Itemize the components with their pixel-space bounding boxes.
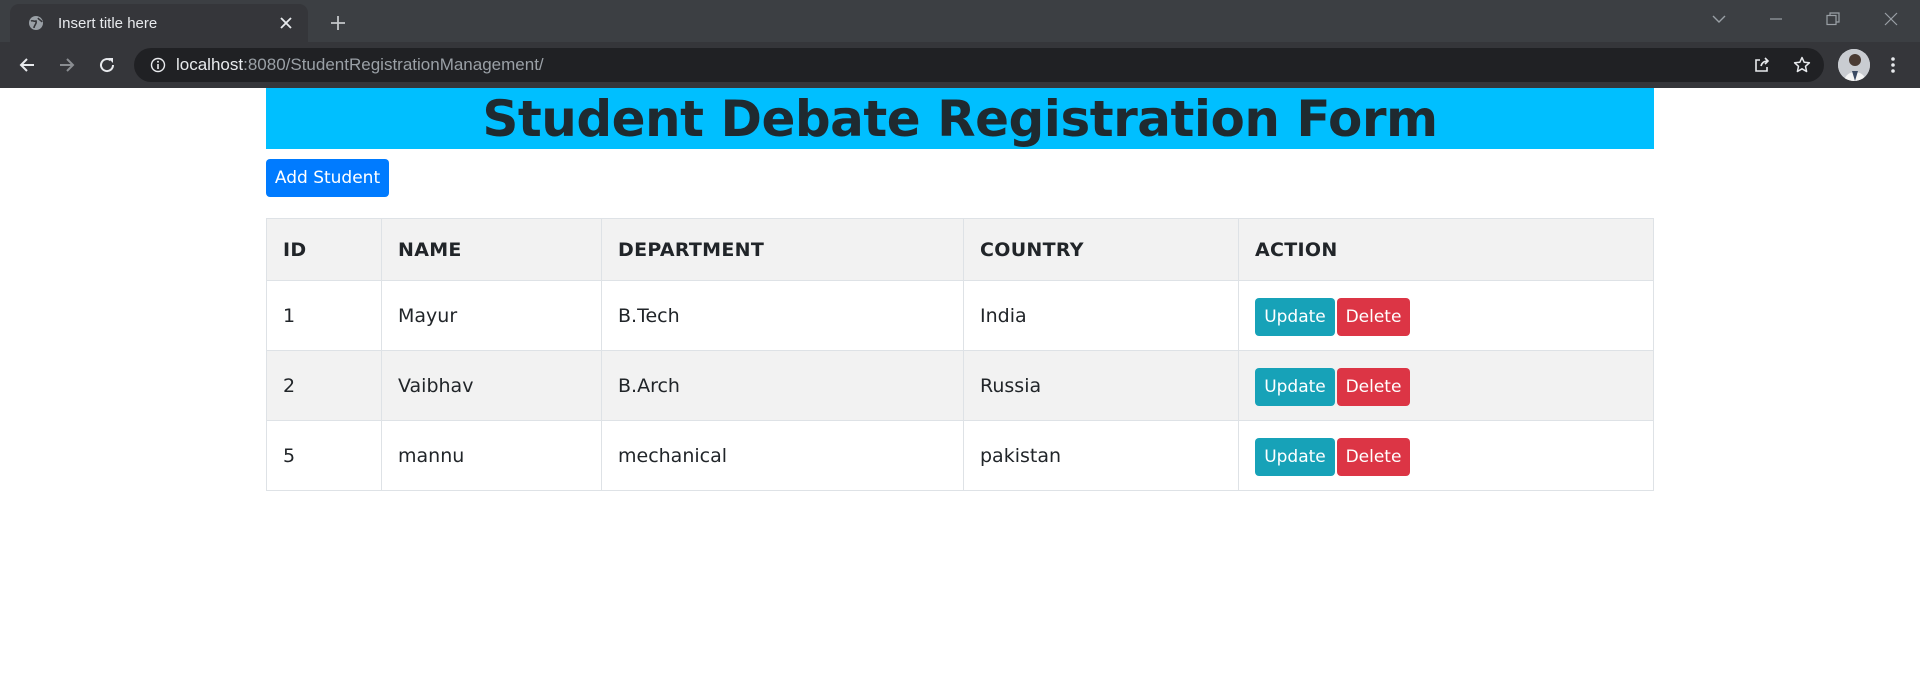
share-icon[interactable] <box>1747 50 1777 80</box>
table-row: 1 Mayur B.Tech India Update Delete <box>266 280 1654 351</box>
update-button[interactable]: Update <box>1255 367 1335 406</box>
update-button[interactable]: Update <box>1255 297 1335 336</box>
table-row: 2 Vaibhav B.Arch Russia Update Delete <box>266 350 1654 421</box>
cell-action: Update Delete <box>1238 350 1654 421</box>
profile-avatar[interactable] <box>1838 49 1870 81</box>
cell-country: pakistan <box>963 420 1239 491</box>
table-header-row: ID NAME DEPARTMENT COUNTRY ACTION <box>266 218 1654 281</box>
address-bar[interactable]: localhost:8080/StudentRegistrationManage… <box>134 48 1824 82</box>
delete-button[interactable]: Delete <box>1337 297 1410 336</box>
column-header-name: NAME <box>381 218 602 281</box>
cell-name: Vaibhav <box>381 350 602 421</box>
url-path: :8080/StudentRegistrationManagement/ <box>243 55 544 74</box>
page-title: Student Debate Registration Form <box>482 89 1438 148</box>
students-table-container: ID NAME DEPARTMENT COUNTRY ACTION 1 Mayu… <box>266 218 1654 491</box>
info-icon[interactable] <box>148 55 168 75</box>
back-arrow-icon[interactable] <box>13 51 41 79</box>
column-header-id: ID <box>266 218 382 281</box>
chevron-down-icon[interactable] <box>1702 6 1736 32</box>
minimize-icon[interactable] <box>1759 6 1793 32</box>
restore-icon[interactable] <box>1816 6 1850 32</box>
header-banner: Student Debate Registration Form <box>266 88 1654 149</box>
reload-icon[interactable] <box>93 51 121 79</box>
browser-tab[interactable]: Insert title here <box>10 4 308 42</box>
delete-button[interactable]: Delete <box>1337 437 1410 476</box>
forward-arrow-icon[interactable] <box>53 51 81 79</box>
plus-icon[interactable] <box>325 10 351 36</box>
column-header-department: DEPARTMENT <box>601 218 964 281</box>
column-header-action: ACTION <box>1238 218 1654 281</box>
cell-department: B.Arch <box>601 350 964 421</box>
cell-department: B.Tech <box>601 280 964 351</box>
update-button[interactable]: Update <box>1255 437 1335 476</box>
cell-action: Update Delete <box>1238 280 1654 351</box>
cell-country: Russia <box>963 350 1239 421</box>
cell-id: 1 <box>266 280 382 351</box>
cell-name: mannu <box>381 420 602 491</box>
window-close-icon[interactable] <box>1874 6 1908 32</box>
table-row: 5 mannu mechanical pakistan Update Delete <box>266 420 1654 491</box>
cell-name: Mayur <box>381 280 602 351</box>
column-header-country: COUNTRY <box>963 218 1239 281</box>
students-table: ID NAME DEPARTMENT COUNTRY ACTION 1 Mayu… <box>266 218 1654 491</box>
browser-toolbar: localhost:8080/StudentRegistrationManage… <box>0 42 1920 88</box>
page-content: Student Debate Registration Form Add Stu… <box>0 88 1920 685</box>
cell-id: 2 <box>266 350 382 421</box>
url-host: localhost <box>176 55 244 74</box>
cell-id: 5 <box>266 420 382 491</box>
kebab-menu-icon[interactable] <box>1878 50 1908 80</box>
url-text: localhost:8080/StudentRegistrationManage… <box>176 55 544 75</box>
browser-tab-strip: Insert title here <box>0 0 1920 42</box>
delete-button[interactable]: Delete <box>1337 367 1410 406</box>
add-student-button[interactable]: Add Student <box>266 159 389 197</box>
star-icon[interactable] <box>1787 50 1817 80</box>
cell-department: mechanical <box>601 420 964 491</box>
cell-action: Update Delete <box>1238 420 1654 491</box>
globe-icon <box>26 13 46 33</box>
close-icon[interactable] <box>274 11 298 35</box>
cell-country: India <box>963 280 1239 351</box>
tab-title: Insert title here <box>58 14 158 32</box>
